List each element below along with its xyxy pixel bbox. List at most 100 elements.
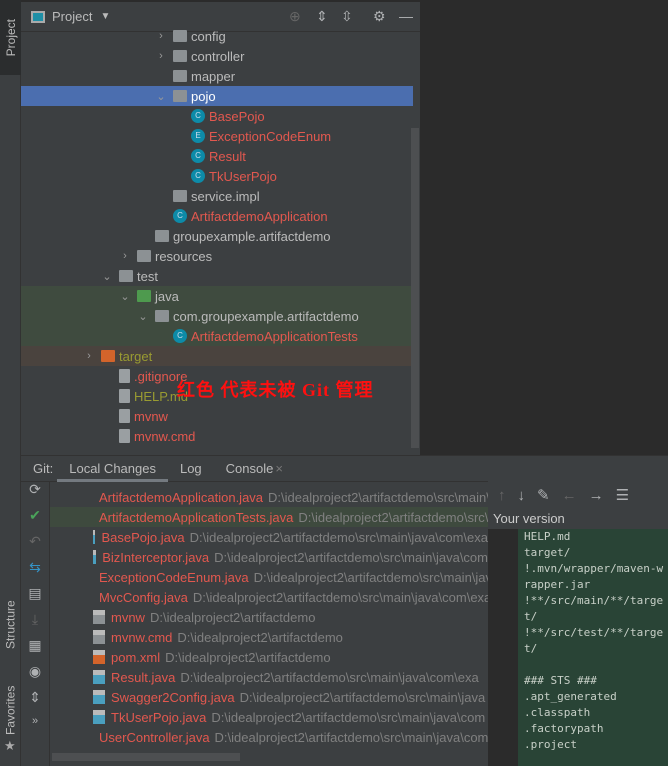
class-icon: C [191,149,205,163]
tree-item[interactable]: C TkUserPojo [21,166,413,186]
tree-item[interactable]: C ArtifactdemoApplicationTests [21,326,413,346]
project-view-selector[interactable]: Project [52,9,92,24]
shelve-icon[interactable]: ▤ [21,585,49,611]
tree-item-label: ArtifactdemoApplication [191,208,328,224]
changed-file-row[interactable]: TkUserPojo.java D:\idealproject2\artifact… [50,707,488,727]
file-icon [93,530,96,544]
edit-icon[interactable]: ✎ [537,486,550,504]
tree-item[interactable]: C Result [21,146,413,166]
expand-all-icon[interactable]: ⇕ [316,8,328,25]
file-path: D:\idealproject2\artifactdemo [149,609,316,625]
tab-console[interactable]: Console [214,456,276,482]
arrow-down-icon[interactable]: ↓ [518,487,526,504]
file-path: D:\idealproject2\artifactdemo\src\main\j… [253,569,488,585]
tree-item[interactable]: ⌄ java [21,286,413,306]
tree-item[interactable]: › target [21,346,413,366]
update-icon[interactable]: ⇆ [21,559,49,585]
tree-item[interactable]: C ArtifactdemoApplication [21,206,413,226]
gear-icon[interactable]: ⚙ [373,8,386,25]
code-line: HELP.md [524,530,571,543]
chevron-down-icon[interactable]: ⌄ [155,90,167,103]
changed-file-row[interactable]: ExceptionCodeEnum.java D:\idealproject2\a… [50,567,488,587]
class-icon: C [191,169,205,183]
folder-icon [137,290,151,302]
refresh-icon[interactable]: ⟳ [21,481,49,507]
tree-item-label: com.groupexample.artifactdemo [173,308,359,324]
changed-file-row[interactable]: UserController.java D:\idealproject2\arti… [50,727,488,747]
tree-item[interactable]: › config [21,26,413,46]
changed-file-row[interactable]: mvnw D:\idealproject2\artifactdemo [50,607,488,627]
chevron-right-icon[interactable]: › [83,350,95,362]
project-tool-tab[interactable]: Project [0,0,21,75]
tree-item[interactable]: C BasePojo [21,106,413,126]
tree-item-label: config [191,28,226,44]
tree-item[interactable]: groupexample.artifactdemo [21,226,413,246]
file-name: ExceptionCodeEnum.java [99,569,249,585]
file-path: D:\idealproject2\artifactdemo\src\main\j… [211,709,486,725]
chevron-right-icon[interactable]: › [119,250,131,262]
arrow-left-icon[interactable]: ← [562,487,577,504]
chevron-down-icon[interactable]: ⌄ [137,310,149,323]
close-icon[interactable]: × [275,461,283,476]
group-by-icon[interactable]: ▦ [21,637,49,663]
tree-scrollbar[interactable] [411,128,419,448]
changed-file-row[interactable]: Swagger2Config.java D:\idealproject2\arti… [50,687,488,707]
tree-item-label: controller [191,48,245,64]
changed-file-row[interactable]: BizInterceptor.java D:\idealproject2\arti… [50,547,488,567]
settings-list-icon[interactable]: ☰ [616,486,629,504]
commit-check-icon[interactable]: ✔ [21,507,49,533]
package-icon [173,90,187,102]
changed-file-row[interactable]: Result.java D:\idealproject2\artifactdemo… [50,667,488,687]
code-line: !**/src/main/**/target/ [524,594,664,623]
diff-preview: ↑ ↓ ✎ ← → ☰ Your version HELP.md target/!… [488,481,668,766]
changed-file-row[interactable]: mvnw.cmd D:\idealproject2\artifactdemo [50,627,488,647]
chevron-down-icon[interactable]: ⌄ [119,290,131,303]
git-tabs: Git: Local Changes Log Console × [21,456,668,482]
code-line: .apt_generated [524,690,617,703]
project-icon [31,10,45,23]
tree-item-label: pojo [191,88,216,104]
tree-item[interactable]: E ExceptionCodeEnum [21,126,413,146]
tree-item[interactable]: ⌄ com.groupexample.artifactdemo [21,306,413,326]
minimize-icon[interactable]: — [399,8,413,24]
chevron-right-icon[interactable]: › [155,50,167,62]
rollback-icon[interactable]: ↶ [21,533,49,559]
structure-tool-tab[interactable]: Structure [0,595,21,655]
tree-item[interactable]: service.impl [21,186,413,206]
collapse-all-icon[interactable]: ⇳ [341,8,353,25]
file-name: pom.xml [111,649,161,665]
chevron-down-icon[interactable]: ▼ [100,11,110,22]
locate-icon[interactable]: ⊕ [289,8,301,25]
changed-file-row[interactable]: MvcConfig.java D:\idealproject2\artifactd… [50,587,488,607]
view-options-icon[interactable]: ◉ [21,663,49,689]
changed-file-row[interactable]: BasePojo.java D:\idealproject2\artifactde… [50,527,488,547]
arrow-up-icon[interactable]: ↑ [498,487,506,504]
download-icon[interactable]: ⤓ [21,611,49,637]
tree-item[interactable]: mvnw [21,406,413,426]
favorites-tool-tab[interactable]: Favorites [0,680,21,740]
changed-file-row[interactable]: ArtifactdemoApplicationTests.java D:\idea… [50,507,488,527]
package-icon [155,230,169,242]
tree-item[interactable]: › resources [21,246,413,266]
more-icon[interactable]: » [21,715,49,741]
tree-item[interactable]: ⌄ test [21,266,413,286]
tree-item[interactable]: mapper [21,66,413,86]
file-name: TkUserPojo.java [111,709,207,725]
tree-item[interactable]: mvnw.cmd [21,426,413,446]
changed-file-row[interactable]: pom.xml D:\idealproject2\artifactdemo [50,647,488,667]
tab-local-changes[interactable]: Local Changes [57,456,168,482]
tree-item[interactable]: › controller [21,46,413,66]
chevron-right-icon[interactable]: › [155,30,167,42]
chevron-down-icon[interactable]: ⌄ [101,270,113,283]
file-icon [93,550,97,564]
class-icon: E [191,129,205,143]
folder-icon [137,250,151,262]
arrow-right-icon[interactable]: → [589,487,604,504]
expand-icon[interactable]: ⇕ [21,689,49,715]
file-name: Swagger2Config.java [111,689,235,705]
tree-item-label: ArtifactdemoApplicationTests [191,328,358,344]
changed-file-row[interactable]: ArtifactdemoApplication.java D:\idealproj… [50,487,488,507]
tab-log[interactable]: Log [168,456,214,482]
tree-item[interactable]: ⌄ pojo [21,86,413,106]
changes-scrollbar[interactable] [52,753,240,761]
